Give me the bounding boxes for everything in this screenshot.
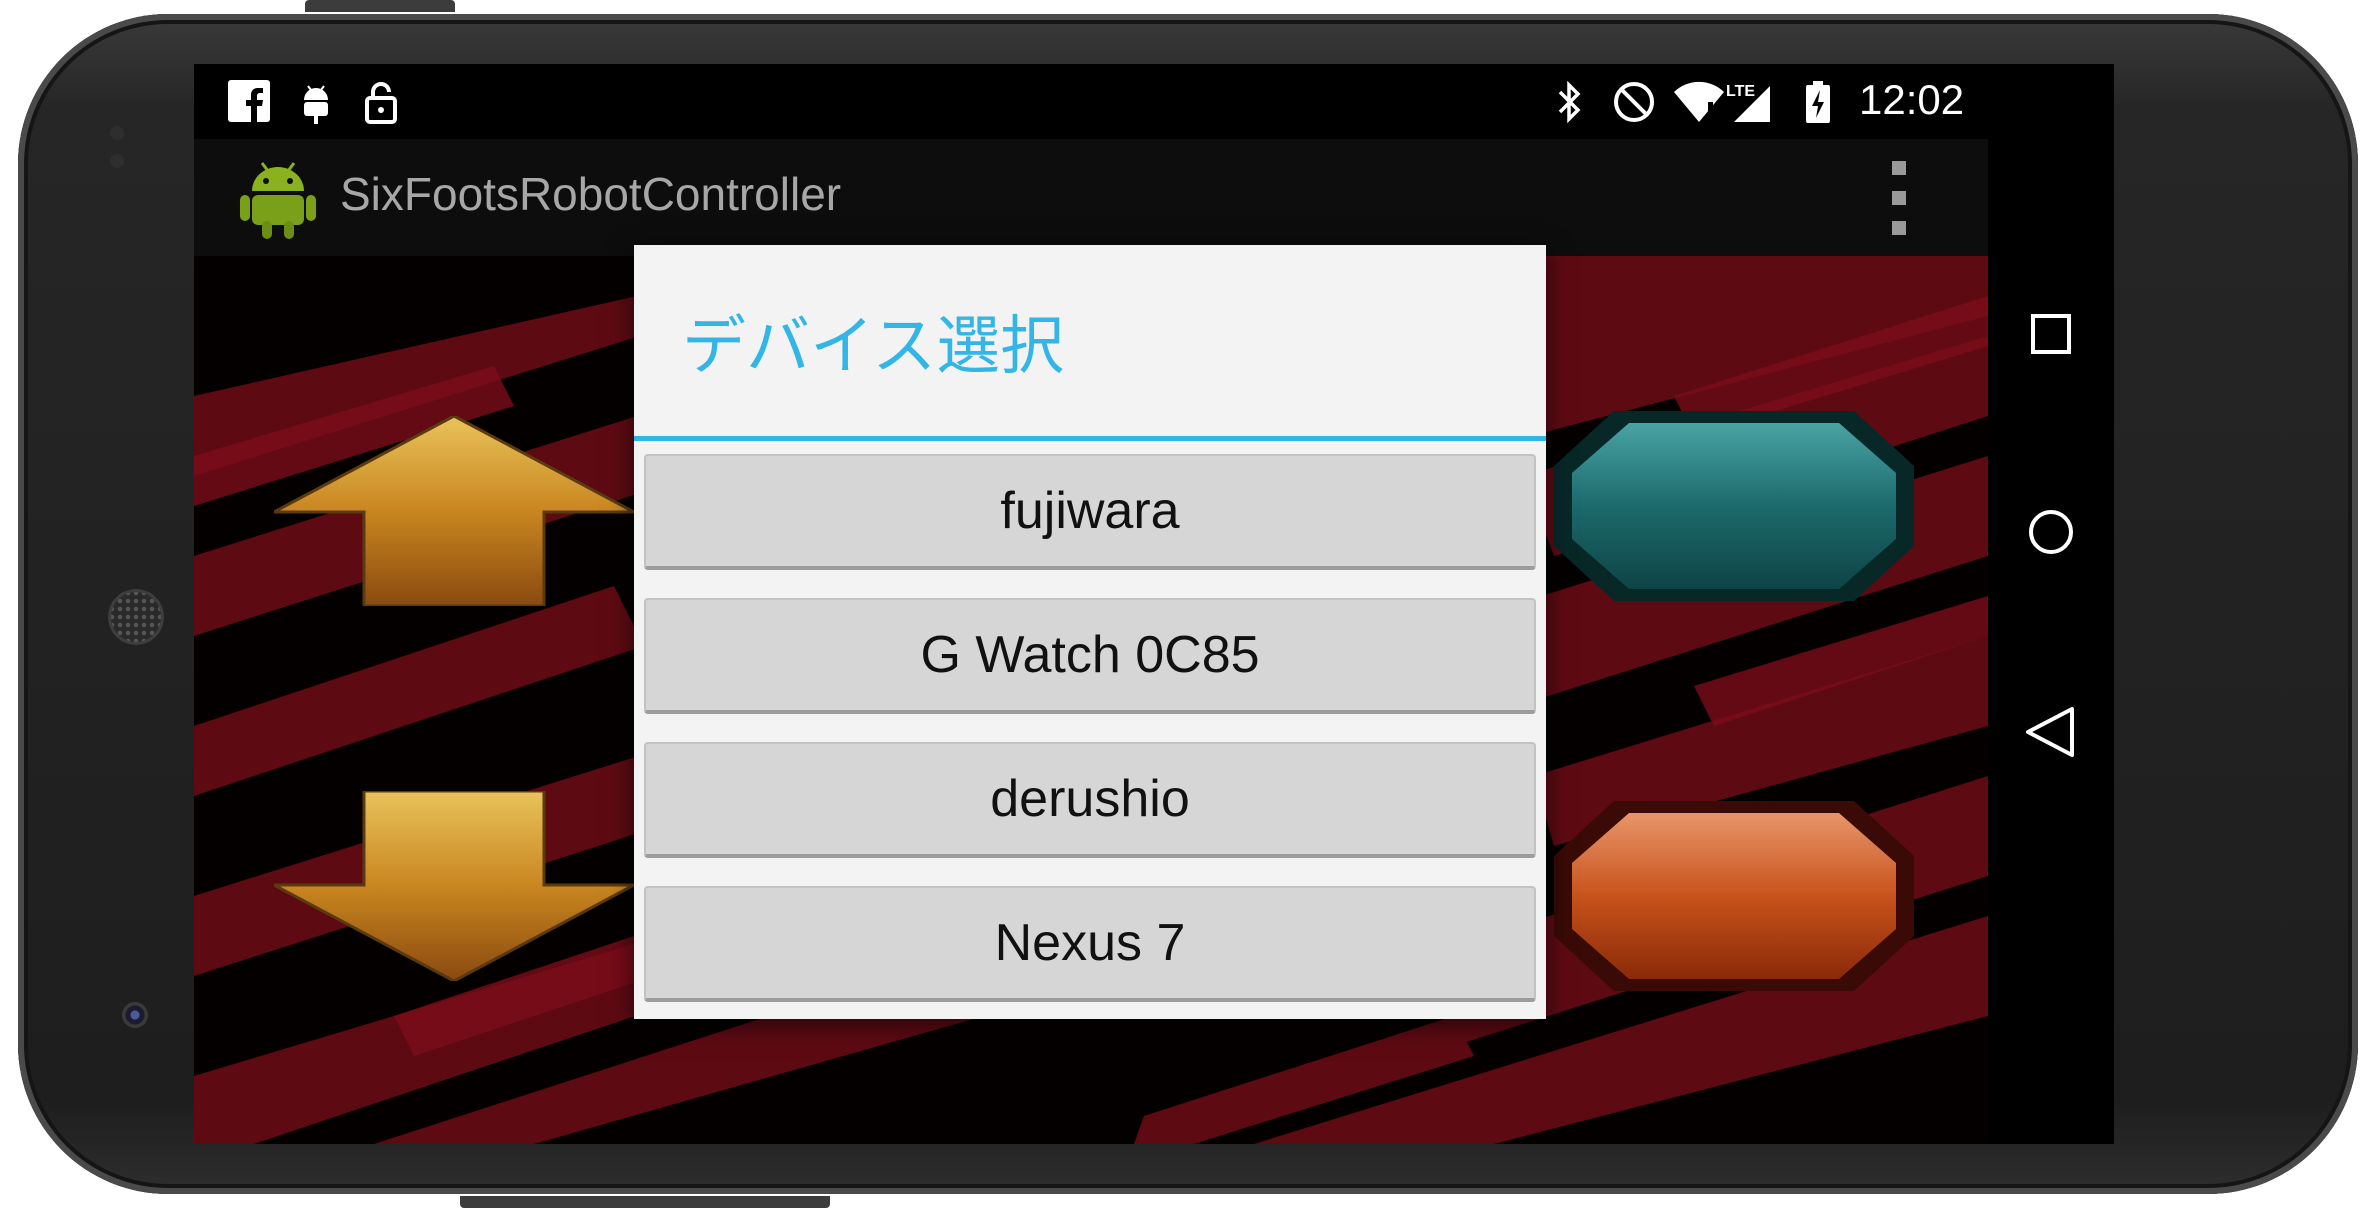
battery-charging-icon bbox=[1804, 80, 1832, 124]
front-camera bbox=[122, 1002, 148, 1028]
forward-arrow-icon[interactable] bbox=[274, 416, 634, 606]
teal-octagon-button[interactable] bbox=[1554, 411, 1914, 601]
lock-icon bbox=[364, 80, 398, 124]
app-title: SixFootsRobotController bbox=[340, 168, 842, 220]
dialog-title: デバイス選択 bbox=[682, 310, 1065, 384]
orange-octagon-button[interactable] bbox=[1554, 801, 1914, 991]
status-bar: LTE 12:02 bbox=[194, 64, 2114, 139]
screen: LTE 12:02 SixFootsRobotController デバイス選択… bbox=[194, 64, 2114, 1144]
front-speaker bbox=[108, 589, 164, 645]
lte-signal-icon: LTE bbox=[1724, 80, 1772, 124]
wifi-icon bbox=[1672, 80, 1726, 124]
power-button bbox=[305, 0, 455, 12]
android-robot-icon[interactable] bbox=[238, 157, 318, 241]
bluetooth-icon bbox=[1556, 80, 1584, 124]
android-debug-icon bbox=[298, 80, 334, 124]
lte-label: LTE bbox=[1726, 83, 1756, 100]
do-not-disturb-icon bbox=[1612, 80, 1656, 124]
action-bar: SixFootsRobotController bbox=[194, 139, 1988, 256]
device-item-nexus-7[interactable]: Nexus 7 bbox=[644, 886, 1536, 1002]
dialog-title-divider bbox=[634, 436, 1546, 441]
proximity-sensor bbox=[110, 126, 124, 140]
light-sensor bbox=[110, 154, 124, 168]
backward-arrow-icon[interactable] bbox=[274, 791, 634, 981]
overflow-menu-icon[interactable] bbox=[1892, 161, 1908, 235]
device-item-fujiwara[interactable]: fujiwara bbox=[644, 454, 1536, 570]
device-select-dialog: デバイス選択 fujiwara G Watch 0C85 derushio Ne… bbox=[634, 245, 1546, 1019]
back-icon[interactable] bbox=[2016, 697, 2086, 767]
device-item-derushio[interactable]: derushio bbox=[644, 742, 1536, 858]
status-clock: 12:02 bbox=[1859, 76, 1965, 123]
facebook-icon bbox=[228, 80, 270, 124]
device-list: fujiwara G Watch 0C85 derushio Nexus 7 bbox=[644, 454, 1536, 1030]
recents-icon[interactable] bbox=[2016, 299, 2086, 369]
home-icon[interactable] bbox=[2016, 497, 2086, 567]
navigation-bar bbox=[1988, 139, 2114, 1144]
device-item-g-watch[interactable]: G Watch 0C85 bbox=[644, 598, 1536, 714]
volume-button bbox=[460, 1196, 830, 1208]
